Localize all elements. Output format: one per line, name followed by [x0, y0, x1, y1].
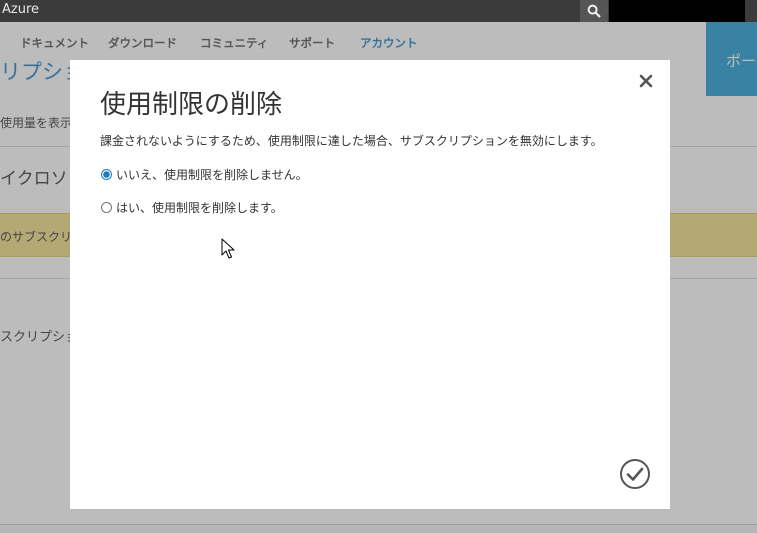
option-remove-label: はい、使用制限を削除します。	[116, 201, 283, 215]
search-button[interactable]	[580, 0, 608, 22]
radio-no-remove[interactable]	[101, 169, 112, 180]
mouse-cursor-icon	[221, 238, 235, 259]
checkmark-circle-icon	[620, 459, 650, 489]
account-area	[609, 0, 745, 22]
dialog-description: 課金されないようにするため、使用制限に達した場合、サブスクリプションを無効にしま…	[100, 134, 603, 148]
option-no-remove[interactable]: いいえ、使用制限を削除しません。	[100, 166, 308, 183]
remove-spending-limit-dialog: 使用制限の削除 課金されないようにするため、使用制限に達した場合、サブスクリプシ…	[70, 60, 670, 509]
option-remove[interactable]: はい、使用制限を削除します。	[100, 199, 283, 216]
option-no-remove-label: いいえ、使用制限を削除しません。	[116, 168, 308, 182]
search-icon	[587, 4, 601, 18]
radio-remove[interactable]	[101, 202, 112, 213]
brand-name: Azure	[2, 2, 40, 17]
top-bar: Azure	[0, 0, 757, 22]
close-icon	[639, 74, 653, 88]
confirm-button[interactable]	[619, 458, 651, 490]
close-button[interactable]	[635, 70, 657, 92]
dialog-title: 使用制限の削除	[100, 90, 283, 120]
